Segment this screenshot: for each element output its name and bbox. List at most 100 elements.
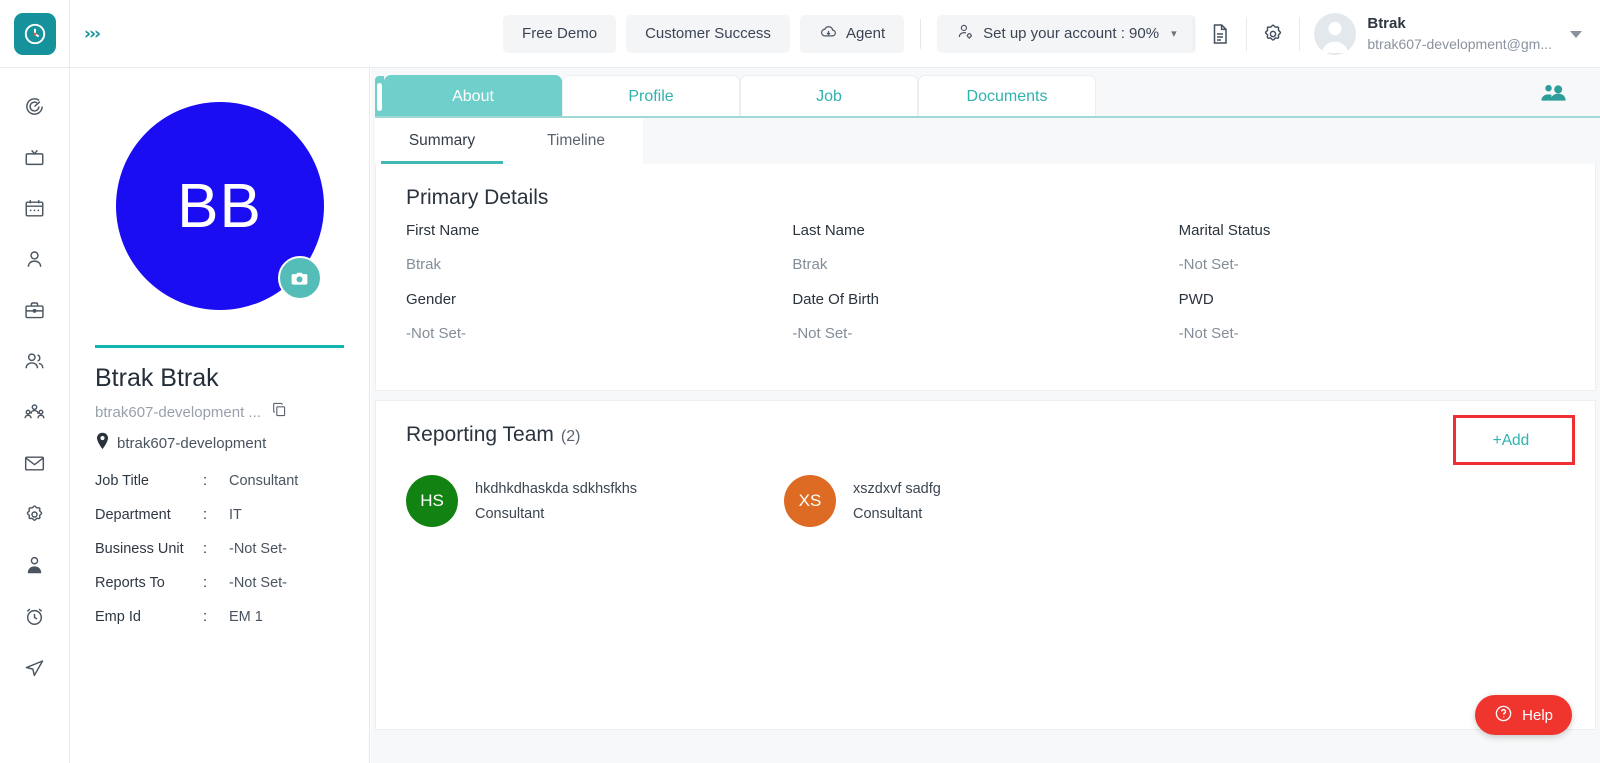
- sidebar-expand-icon[interactable]: ›››: [84, 24, 101, 44]
- employee-email: btrak607-development ...: [95, 403, 261, 421]
- alarm-clock-icon: [23, 605, 46, 633]
- sidebar-item-calendar[interactable]: [11, 192, 59, 230]
- sidebar-item-send[interactable]: [11, 651, 59, 689]
- tab-documents[interactable]: Documents: [918, 75, 1096, 118]
- field-separator: :: [203, 575, 208, 591]
- profile-field-reports-to: Reports To : -Not Set-: [95, 575, 344, 591]
- user-email: btrak607-development@gm...: [1367, 35, 1552, 52]
- nav-free-demo[interactable]: Free Demo: [503, 14, 617, 53]
- paper-plane-icon: [23, 656, 46, 684]
- field-pwd: PWD -Not Set-: [1179, 291, 1565, 360]
- tab-profile[interactable]: Profile: [562, 75, 740, 118]
- camera-icon[interactable]: [277, 256, 322, 300]
- sidebar-item-profile[interactable]: [11, 243, 59, 281]
- target-spiral-icon: [23, 95, 46, 123]
- field-separator: :: [203, 609, 208, 625]
- reporting-team-count: (2): [560, 428, 581, 445]
- help-button[interactable]: Help: [1475, 695, 1572, 735]
- subtab-timeline-label: Timeline: [547, 132, 605, 149]
- tab-documents-label: Documents: [966, 88, 1048, 105]
- reporting-team-members: HS hkdhkdhaskda sdkhsfkhs Consultant XS …: [406, 475, 1565, 527]
- subtab-summary[interactable]: Summary: [375, 118, 509, 164]
- clock-logo-icon[interactable]: [13, 12, 56, 55]
- avatar-initials: BB: [177, 171, 262, 241]
- nav-free-demo-label: Free Demo: [522, 25, 598, 42]
- subtab-timeline[interactable]: Timeline: [509, 118, 643, 164]
- logo-container[interactable]: [0, 0, 70, 68]
- field-value: -Not Set-: [406, 325, 467, 342]
- nav-agent[interactable]: Agent: [799, 14, 905, 53]
- member-info: xszdxvf sadfg Consultant: [853, 481, 941, 522]
- field-key: Job Title: [95, 473, 149, 489]
- sidebar-item-dashboard[interactable]: [11, 90, 59, 128]
- employee-name: Btrak Btrak: [95, 364, 219, 392]
- top-right-actions: Btrak btrak607-development@gm...: [1193, 0, 1600, 68]
- sidebar-item-account[interactable]: [11, 549, 59, 587]
- reporting-team-card: Reporting Team (2) +Add HS hkdhkdhaskda …: [375, 400, 1596, 730]
- profile-field-department: Department : IT: [95, 507, 344, 523]
- add-team-member-button[interactable]: +Add: [1455, 421, 1567, 461]
- org-group-icon: [23, 401, 46, 429]
- primary-details-title: Primary Details: [406, 186, 549, 209]
- person-icon: [23, 248, 46, 276]
- gear-icon[interactable]: [1247, 0, 1299, 68]
- member-initials: XS: [798, 491, 822, 510]
- name-divider: [95, 345, 344, 348]
- tab-job[interactable]: Job: [740, 75, 918, 118]
- user-text: Btrak btrak607-development@gm...: [1367, 14, 1552, 53]
- field-marital-status: Marital Status -Not Set-: [1179, 222, 1565, 291]
- reporting-team-title: Reporting Team: [406, 423, 554, 446]
- sidebar-item-mail[interactable]: [11, 447, 59, 485]
- document-icon[interactable]: [1194, 0, 1246, 68]
- field-label: PWD: [1178, 291, 1214, 308]
- team-member[interactable]: HS hkdhkdhaskda sdkhsfkhs Consultant: [406, 475, 784, 527]
- field-value: IT: [229, 507, 242, 523]
- employee-location-row: btrak607-development: [95, 432, 344, 455]
- field-value: EM 1: [229, 609, 263, 625]
- nav-customer-success[interactable]: Customer Success: [626, 14, 790, 53]
- setup-account-dropdown[interactable]: Set up your account : 90% ▾: [937, 14, 1196, 53]
- field-label: Gender: [406, 291, 457, 308]
- reporting-team-header: Reporting Team (2): [406, 423, 1565, 447]
- user-menu[interactable]: Btrak btrak607-development@gm...: [1300, 13, 1562, 55]
- field-label: Last Name: [792, 222, 865, 239]
- sidebar-item-time-tracking[interactable]: [11, 600, 59, 638]
- field-label: Marital Status: [1178, 222, 1271, 239]
- tab-about[interactable]: About: [384, 75, 562, 118]
- field-label: First Name: [406, 222, 480, 239]
- user-name: Btrak: [1367, 15, 1406, 33]
- subtab-summary-label: Summary: [408, 132, 476, 149]
- field-separator: :: [203, 473, 208, 489]
- sidebar-item-employees[interactable]: [11, 345, 59, 383]
- member-role: Consultant: [475, 505, 545, 522]
- user-menu-caret-down-icon[interactable]: [1570, 30, 1582, 38]
- people-group-icon[interactable]: [1538, 82, 1568, 113]
- field-key: Business Unit: [95, 541, 184, 557]
- tab-job-label: Job: [816, 88, 842, 105]
- field-key: Reports To: [95, 575, 165, 591]
- copy-icon[interactable]: [271, 401, 288, 423]
- sidebar-item-media[interactable]: [11, 141, 59, 179]
- sidebar-item-jobs[interactable]: [11, 294, 59, 332]
- profile-field-emp-id: Emp Id : EM 1: [95, 609, 344, 625]
- primary-details-card: Primary Details First Name Btrak Last Na…: [375, 164, 1596, 391]
- sidebar-item-org-chart[interactable]: [11, 396, 59, 434]
- location-pin-icon: [95, 432, 110, 455]
- primary-details-grid: First Name Btrak Last Name Btrak Marital…: [406, 222, 1565, 360]
- employee-profile-card: BB Btrak Btrak btrak607-development ...: [70, 68, 370, 763]
- field-value: Btrak: [792, 256, 828, 273]
- tab-bar: About Profile Job Documents: [371, 68, 1600, 118]
- help-button-label: Help: [1522, 706, 1553, 724]
- field-gender: Gender -Not Set-: [406, 291, 792, 360]
- profile-field-business-unit: Business Unit : -Not Set-: [95, 541, 344, 557]
- member-initials: HS: [420, 491, 444, 510]
- team-member[interactable]: XS xszdxvf sadfg Consultant: [784, 475, 1162, 527]
- field-label: Date Of Birth: [792, 291, 880, 308]
- top-nav: Free Demo Customer Success Agent Set up …: [503, 14, 1196, 53]
- tab-profile-label: Profile: [628, 88, 674, 105]
- field-value: -Not Set-: [229, 575, 288, 591]
- sidebar-item-settings[interactable]: [11, 498, 59, 536]
- member-info: hkdhkdhaskda sdkhsfkhs Consultant: [475, 481, 637, 522]
- field-first-name: First Name Btrak: [406, 222, 792, 291]
- field-key: Emp Id: [95, 609, 141, 625]
